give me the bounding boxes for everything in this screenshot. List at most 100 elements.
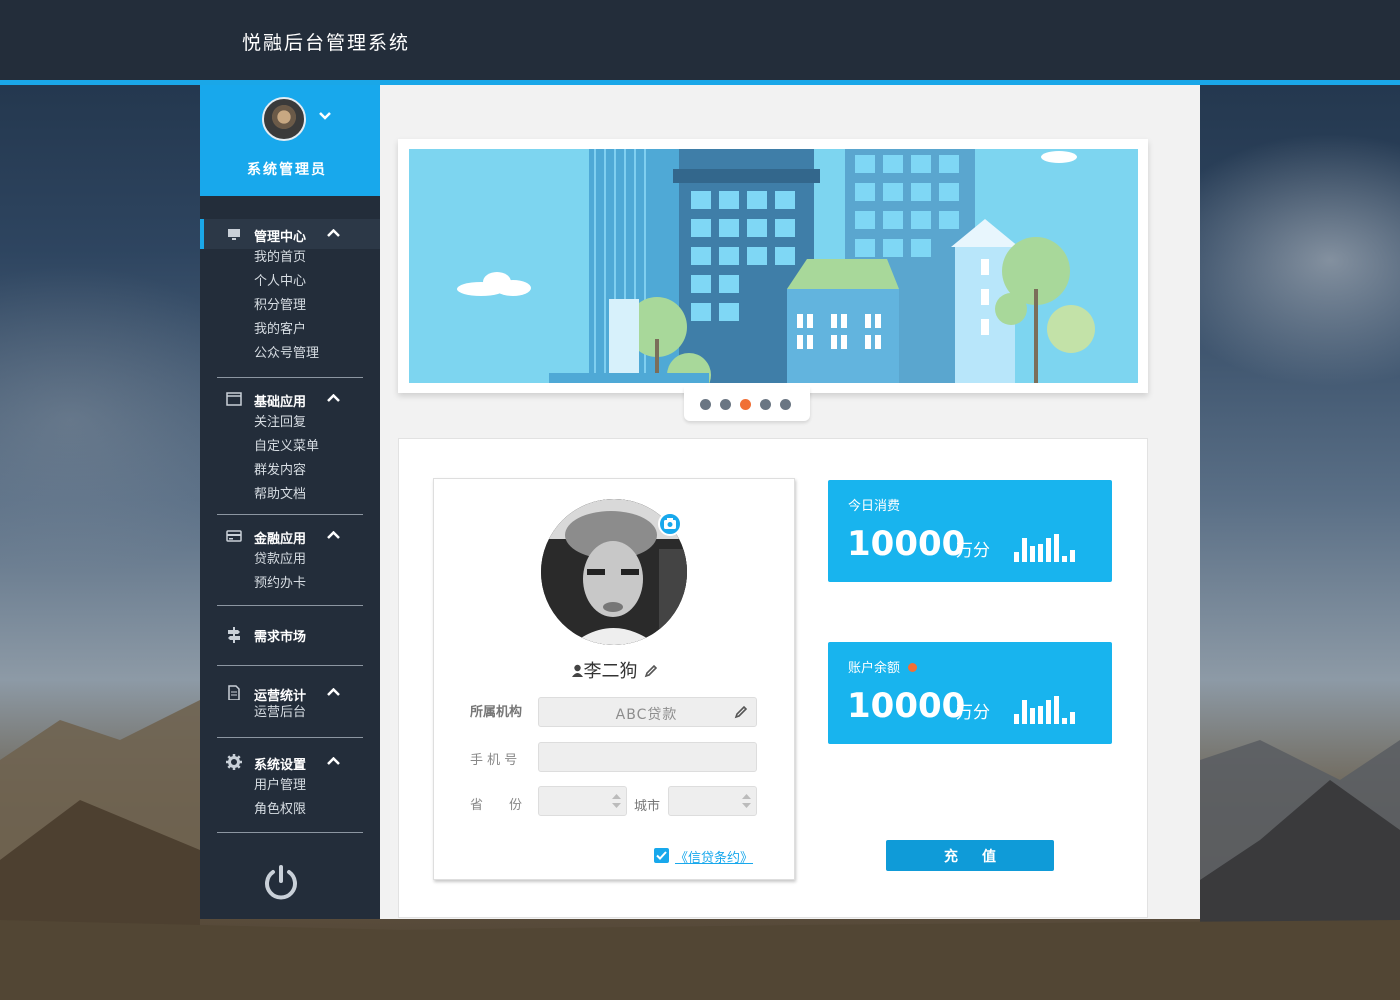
camera-icon[interactable]: [658, 512, 682, 536]
nav-divider: [217, 737, 363, 738]
nav-group-header[interactable]: 运营统计: [200, 678, 380, 708]
nav-group-settings: 系统设置 用户管理 角色权限: [200, 747, 380, 822]
nav-group-label: 需求市场: [254, 630, 307, 645]
person-icon: [571, 664, 583, 677]
nav-divider: [217, 605, 363, 606]
bar-chart-icon: [1014, 530, 1084, 562]
nav-group-label: 管理中心: [254, 230, 307, 245]
agreement-checkbox[interactable]: [654, 848, 669, 863]
carousel-dot-active[interactable]: [740, 399, 751, 410]
chevron-up-icon[interactable]: [327, 531, 340, 539]
nav-group-label: 运营统计: [254, 689, 307, 704]
carousel-dot[interactable]: [760, 399, 771, 410]
stat-card-today-spend: 今日消费 10000 万分: [828, 480, 1112, 582]
carousel-dot[interactable]: [700, 399, 711, 410]
stat-value: 10000: [847, 686, 966, 726]
agreement-link[interactable]: 《信贷条约》: [675, 847, 753, 866]
sidebar-item-help-docs[interactable]: 帮助文档: [200, 483, 380, 507]
sidebar-item-roles[interactable]: 角色权限: [200, 798, 380, 822]
chevron-up-icon[interactable]: [327, 229, 340, 237]
profile-name: 李二狗: [583, 661, 638, 682]
carousel-indicator: [684, 387, 810, 421]
sidebar-item-users[interactable]: 用户管理: [200, 774, 380, 798]
banner-image: [409, 149, 1138, 383]
city-select[interactable]: [668, 786, 757, 816]
alert-dot: [908, 663, 918, 672]
org-value: ABC贷款: [615, 707, 678, 723]
nav-group-header[interactable]: 系统设置: [200, 747, 380, 777]
phone-input[interactable]: [538, 742, 757, 772]
sidebar-nav: 管理中心 我的首页 个人中心 积分管理 我的客户 公众号管理 基础应用 关注回复…: [200, 219, 380, 833]
dashboard-card: 李二狗 所属机构 ABC贷款 手 机 号 省 份 城市 《信贷条约》 今日消费 …: [398, 438, 1148, 918]
nav-divider: [217, 377, 363, 378]
org-label: 所属机构: [470, 705, 523, 720]
document-icon: [228, 685, 240, 700]
spinner-arrows-icon[interactable]: [611, 792, 622, 810]
top-header: 悦融后台管理系统: [0, 0, 1400, 80]
stat-label: 今日消费: [848, 499, 901, 514]
chevron-up-icon[interactable]: [327, 688, 340, 696]
power-icon[interactable]: [262, 864, 300, 902]
nav-group-management: 管理中心 我的首页 个人中心 积分管理 我的客户 公众号管理: [200, 219, 380, 366]
sidebar-item-card-booking[interactable]: 预约办卡: [200, 572, 380, 596]
sidebar-item-official-account[interactable]: 公众号管理: [200, 342, 380, 366]
edit-pencil-icon[interactable]: [644, 664, 658, 678]
stat-card-balance: 账户余额 10000 万分: [828, 642, 1112, 744]
sidebar-item-custom-menu[interactable]: 自定义菜单: [200, 435, 380, 459]
sidebar-item-personal[interactable]: 个人中心: [200, 270, 380, 294]
stat-label: 账户余额: [848, 661, 901, 676]
chevron-up-icon[interactable]: [327, 394, 340, 402]
bar-chart-icon: [1014, 692, 1084, 724]
carousel-dot[interactable]: [720, 399, 731, 410]
chevron-up-icon[interactable]: [327, 757, 340, 765]
main-panel: 李二狗 所属机构 ABC贷款 手 机 号 省 份 城市 《信贷条约》 今日消费 …: [380, 85, 1200, 919]
sidebar-item-points[interactable]: 积分管理: [200, 294, 380, 318]
sidebar-item-customers[interactable]: 我的客户: [200, 318, 380, 342]
nav-group-label: 基础应用: [254, 395, 307, 410]
nav-group-basic: 基础应用 关注回复 自定义菜单 群发内容 帮助文档: [200, 384, 380, 507]
spinner-arrows-icon[interactable]: [741, 792, 752, 810]
nav-group-label: 金融应用: [254, 532, 307, 547]
nav-group-label: 系统设置: [254, 758, 307, 773]
sidebar-item-follow-reply[interactable]: 关注回复: [200, 411, 380, 435]
province-select[interactable]: [538, 786, 627, 816]
profile-card: 李二狗 所属机构 ABC贷款 手 机 号 省 份 城市 《信贷条约》: [433, 478, 795, 880]
sidebar-item-loans[interactable]: 贷款应用: [200, 548, 380, 572]
city-label: 城市: [634, 799, 661, 814]
nav-divider: [217, 665, 363, 666]
app-title: 悦融后台管理系统: [242, 32, 411, 54]
nav-group-market: 需求市场: [200, 619, 380, 649]
province-label: 省 份: [470, 798, 523, 813]
edit-pencil-icon[interactable]: [734, 705, 748, 719]
stat-value: 10000: [847, 524, 966, 564]
stat-unit: 万分: [956, 703, 990, 723]
nav-group-header[interactable]: 基础应用: [200, 384, 380, 414]
signpost-icon: [228, 627, 240, 643]
profile-name-row: 李二狗: [434, 657, 794, 683]
sidebar-item-home[interactable]: 我的首页: [200, 246, 380, 270]
carousel-dot[interactable]: [780, 399, 791, 410]
banner-carousel: [398, 139, 1148, 393]
window-icon: [226, 392, 242, 406]
chevron-down-icon[interactable]: [318, 111, 332, 121]
avatar[interactable]: [262, 97, 306, 141]
nav-divider: [217, 514, 363, 515]
sidebar-item-broadcast[interactable]: 群发内容: [200, 459, 380, 483]
nav-group-finance: 金融应用 贷款应用 预约办卡: [200, 521, 380, 596]
phone-label: 手 机 号: [470, 753, 518, 768]
user-role: 系统管理员: [247, 162, 327, 178]
nav-group-header[interactable]: 管理中心: [200, 219, 380, 249]
nav-group-header[interactable]: 需求市场: [200, 619, 380, 649]
org-field[interactable]: ABC贷款: [538, 697, 757, 727]
stat-unit: 万分: [956, 541, 990, 561]
nav-group-operations: 运营统计 运营后台: [200, 678, 380, 725]
gear-icon: [226, 754, 242, 770]
nav-divider: [217, 832, 363, 833]
card-icon: [226, 530, 242, 542]
monitor-icon: [228, 229, 240, 240]
recharge-button[interactable]: 充值: [886, 840, 1054, 871]
nav-group-header[interactable]: 金融应用: [200, 521, 380, 551]
user-card: 系统管理员: [200, 85, 380, 196]
sidebar: 系统管理员 管理中心 我的首页 个人中心 积分管理 我的客户 公众号管理 基础应…: [200, 85, 380, 919]
stat-label-row: 账户余额: [848, 657, 918, 676]
